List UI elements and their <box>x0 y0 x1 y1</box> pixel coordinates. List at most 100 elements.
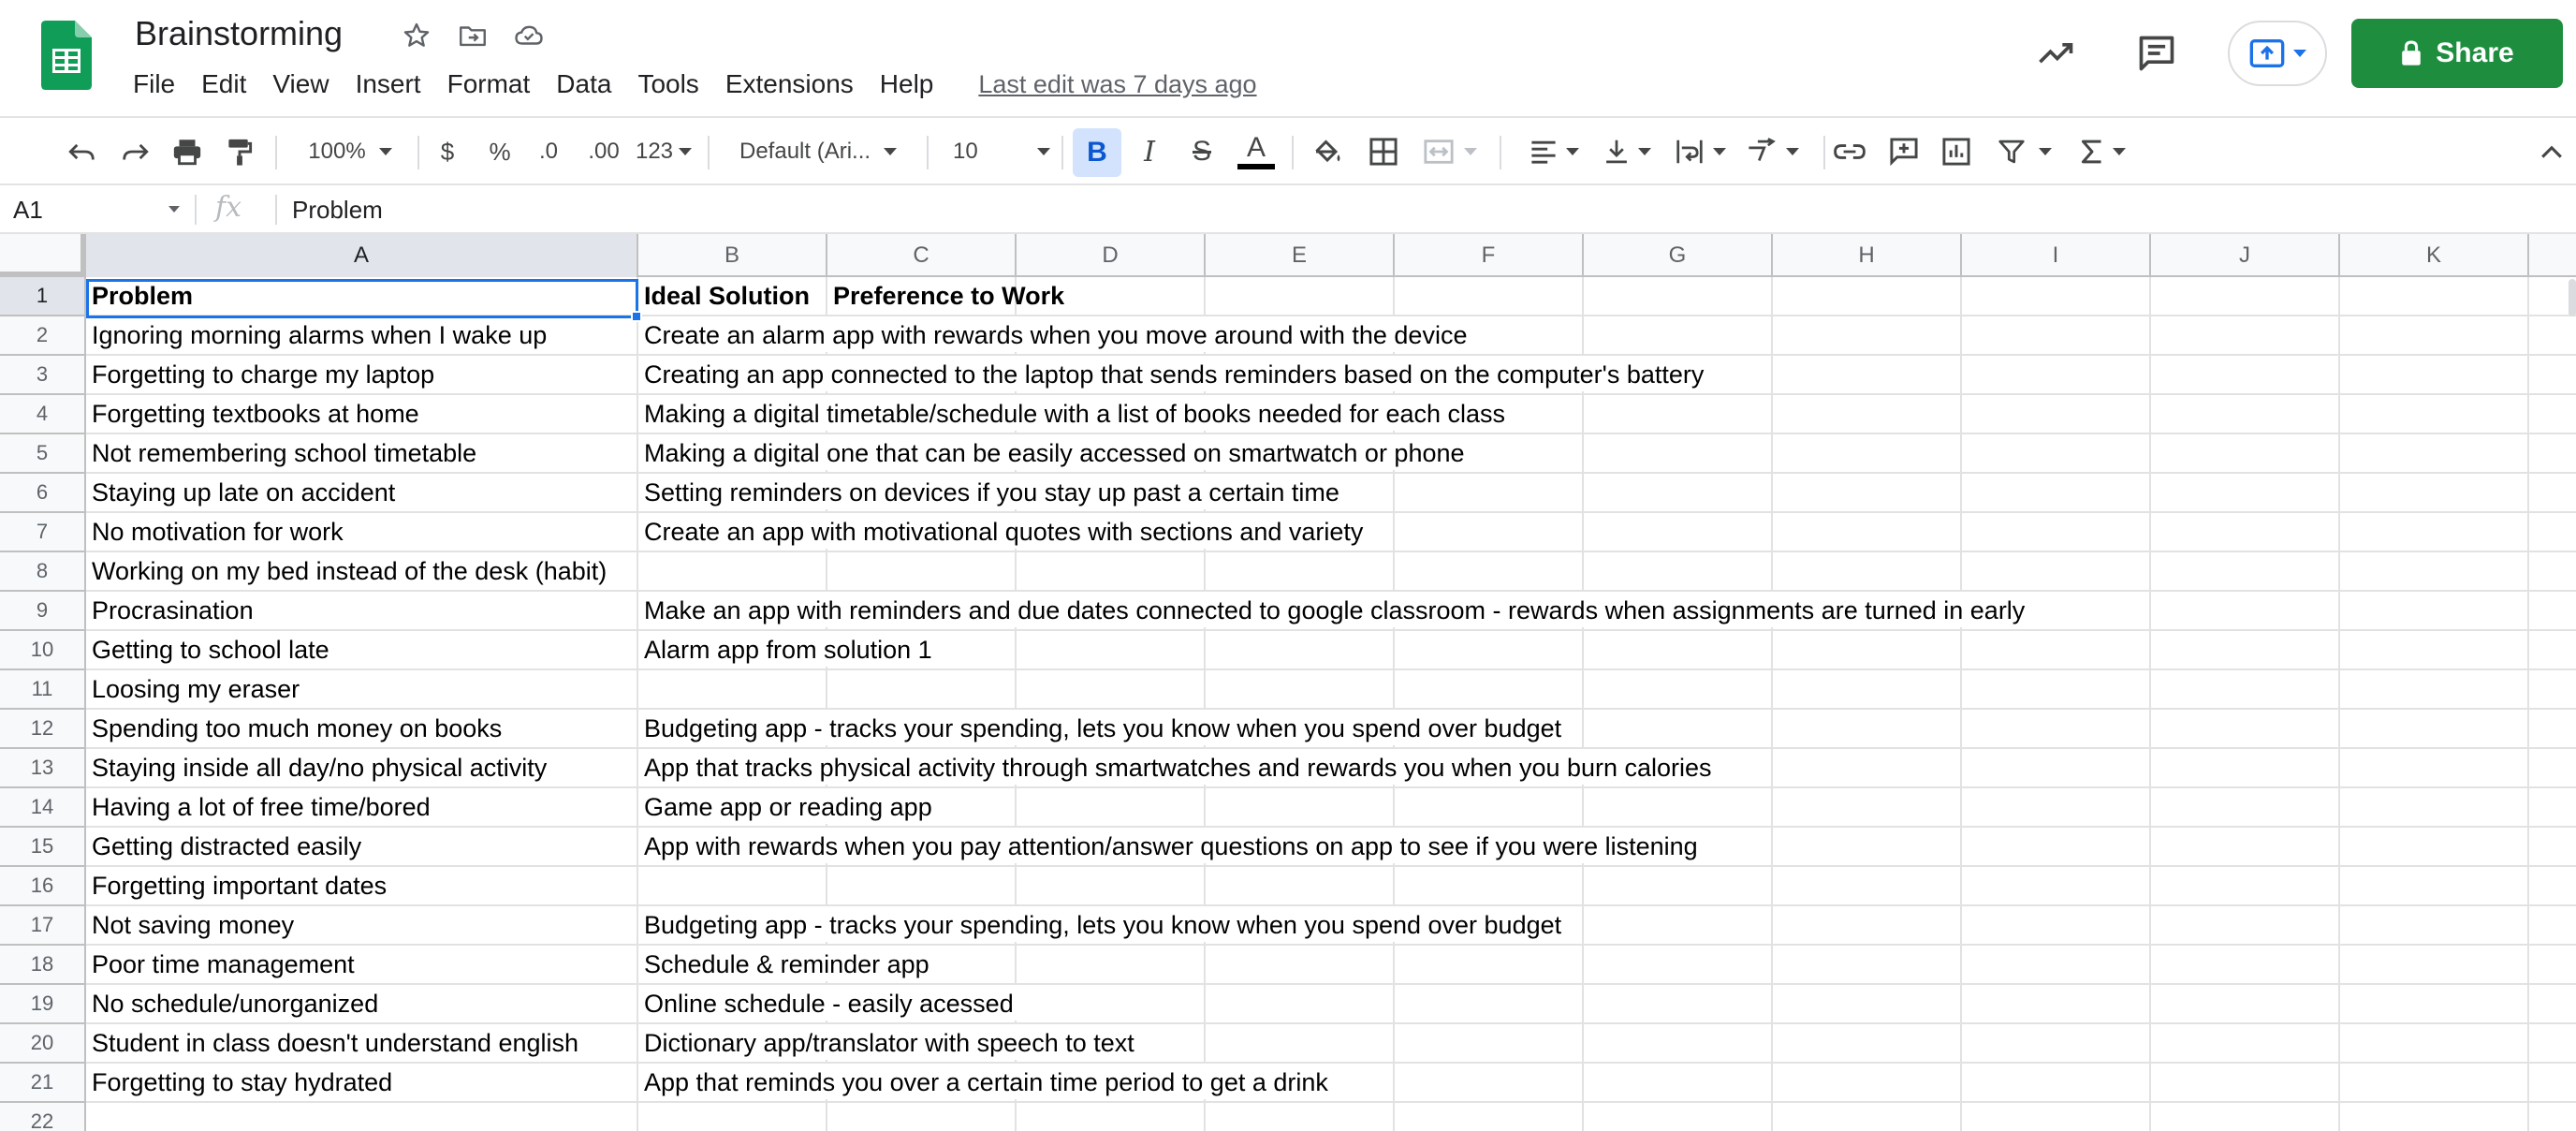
increase-decimal-button[interactable]: .00 <box>580 131 627 172</box>
cell-h11[interactable] <box>1773 670 1962 710</box>
menu-tools[interactable]: Tools <box>624 64 711 105</box>
collapse-toolbar-icon[interactable] <box>2533 131 2570 172</box>
cell-b14[interactable]: Game app or reading app <box>638 788 936 828</box>
cell-extra15[interactable] <box>2529 828 2576 867</box>
cell-k12[interactable] <box>2340 710 2529 749</box>
cell-b18[interactable]: Schedule & reminder app <box>638 946 933 985</box>
cell-a16[interactable]: Forgetting important dates <box>86 867 638 906</box>
menu-file[interactable]: File <box>120 64 188 105</box>
menu-data[interactable]: Data <box>543 64 624 105</box>
cell-h20[interactable] <box>1773 1024 1962 1064</box>
cell-a4[interactable]: Forgetting textbooks at home <box>86 395 638 434</box>
cell-i8[interactable] <box>1962 552 2151 592</box>
cell-k17[interactable] <box>2340 906 2529 946</box>
cell-e14[interactable] <box>1206 788 1395 828</box>
cell-extra4[interactable] <box>2529 395 2576 434</box>
cell-g18[interactable] <box>1584 946 1773 985</box>
filter-icon[interactable] <box>1990 131 2059 172</box>
cell-a17[interactable]: Not saving money <box>86 906 638 946</box>
cell-i11[interactable] <box>1962 670 2151 710</box>
cell-b16[interactable] <box>638 867 827 906</box>
cell-b13[interactable]: App that tracks physical activity throug… <box>638 749 1716 788</box>
cell-j17[interactable] <box>2151 906 2340 946</box>
cell-j21[interactable] <box>2151 1064 2340 1103</box>
cell-j13[interactable] <box>2151 749 2340 788</box>
cell-extra5[interactable] <box>2529 434 2576 474</box>
cell-j1[interactable] <box>2151 277 2340 316</box>
cell-f19[interactable] <box>1395 985 1584 1024</box>
row-header-12[interactable]: 12 <box>0 710 84 749</box>
cell-extra21[interactable] <box>2529 1064 2576 1103</box>
cell-h6[interactable] <box>1773 474 1962 513</box>
cell-g7[interactable] <box>1584 513 1773 552</box>
cell-i14[interactable] <box>1962 788 2151 828</box>
cell-g14[interactable] <box>1584 788 1773 828</box>
row-header-14[interactable]: 14 <box>0 788 84 828</box>
cell-j16[interactable] <box>2151 867 2340 906</box>
cell-j2[interactable] <box>2151 316 2340 356</box>
cell-d19[interactable] <box>1017 985 1206 1024</box>
cell-a19[interactable]: No schedule/unorganized <box>86 985 638 1024</box>
cell-j9[interactable] <box>2151 592 2340 631</box>
cell-b22[interactable] <box>638 1103 827 1131</box>
column-header-a[interactable]: A <box>86 234 638 277</box>
row-header-7[interactable]: 7 <box>0 513 84 552</box>
cell-h4[interactable] <box>1773 395 1962 434</box>
cell-i16[interactable] <box>1962 867 2151 906</box>
cell-k10[interactable] <box>2340 631 2529 670</box>
cell-b10[interactable]: Alarm app from solution 1 <box>638 631 936 670</box>
cell-k20[interactable] <box>2340 1024 2529 1064</box>
cell-d22[interactable] <box>1017 1103 1206 1131</box>
cell-a1[interactable]: Problem <box>86 277 638 316</box>
redo-icon[interactable] <box>114 131 155 172</box>
column-header-extra[interactable] <box>2529 234 2576 277</box>
cell-j8[interactable] <box>2151 552 2340 592</box>
row-header-21[interactable]: 21 <box>0 1064 84 1103</box>
cell-h2[interactable] <box>1773 316 1962 356</box>
cell-a15[interactable]: Getting distracted easily <box>86 828 638 867</box>
cell-g20[interactable] <box>1584 1024 1773 1064</box>
menu-insert[interactable]: Insert <box>343 64 434 105</box>
cell-extra8[interactable] <box>2529 552 2576 592</box>
fill-handle[interactable] <box>631 311 642 322</box>
cell-d14[interactable] <box>1017 788 1206 828</box>
cell-a22[interactable] <box>86 1103 638 1131</box>
italic-button[interactable]: I <box>1131 131 1168 172</box>
cell-h8[interactable] <box>1773 552 1962 592</box>
cell-extra11[interactable] <box>2529 670 2576 710</box>
cell-d16[interactable] <box>1017 867 1206 906</box>
cell-b5[interactable]: Making a digital one that can be easily … <box>638 434 1469 474</box>
cell-b11[interactable] <box>638 670 827 710</box>
cell-i3[interactable] <box>1962 356 2151 395</box>
cell-i17[interactable] <box>1962 906 2151 946</box>
row-header-3[interactable]: 3 <box>0 356 84 395</box>
cell-h17[interactable] <box>1773 906 1962 946</box>
cell-c22[interactable] <box>827 1103 1017 1131</box>
cell-extra14[interactable] <box>2529 788 2576 828</box>
cell-h1[interactable] <box>1773 277 1962 316</box>
print-icon[interactable] <box>167 131 208 172</box>
cell-i1[interactable] <box>1962 277 2151 316</box>
document-title[interactable]: Brainstorming <box>135 13 343 54</box>
cell-a3[interactable]: Forgetting to charge my laptop <box>86 356 638 395</box>
column-header-e[interactable]: E <box>1206 234 1395 277</box>
cell-a14[interactable]: Having a lot of free time/bored <box>86 788 638 828</box>
row-header-1[interactable]: 1 <box>0 277 84 316</box>
cell-k7[interactable] <box>2340 513 2529 552</box>
cell-e10[interactable] <box>1206 631 1395 670</box>
row-header-16[interactable]: 16 <box>0 867 84 906</box>
cell-j7[interactable] <box>2151 513 2340 552</box>
cell-h5[interactable] <box>1773 434 1962 474</box>
cell-k22[interactable] <box>2340 1103 2529 1131</box>
cell-f11[interactable] <box>1395 670 1584 710</box>
cell-a13[interactable]: Staying inside all day/no physical activ… <box>86 749 638 788</box>
comments-button[interactable] <box>2127 23 2187 83</box>
cell-h10[interactable] <box>1773 631 1962 670</box>
cell-g21[interactable] <box>1584 1064 1773 1103</box>
cell-i10[interactable] <box>1962 631 2151 670</box>
cell-g10[interactable] <box>1584 631 1773 670</box>
cell-g12[interactable] <box>1584 710 1773 749</box>
cell-c1[interactable]: Preference to Work <box>827 277 1064 316</box>
cell-h13[interactable] <box>1773 749 1962 788</box>
name-box[interactable]: A1 <box>13 185 180 234</box>
